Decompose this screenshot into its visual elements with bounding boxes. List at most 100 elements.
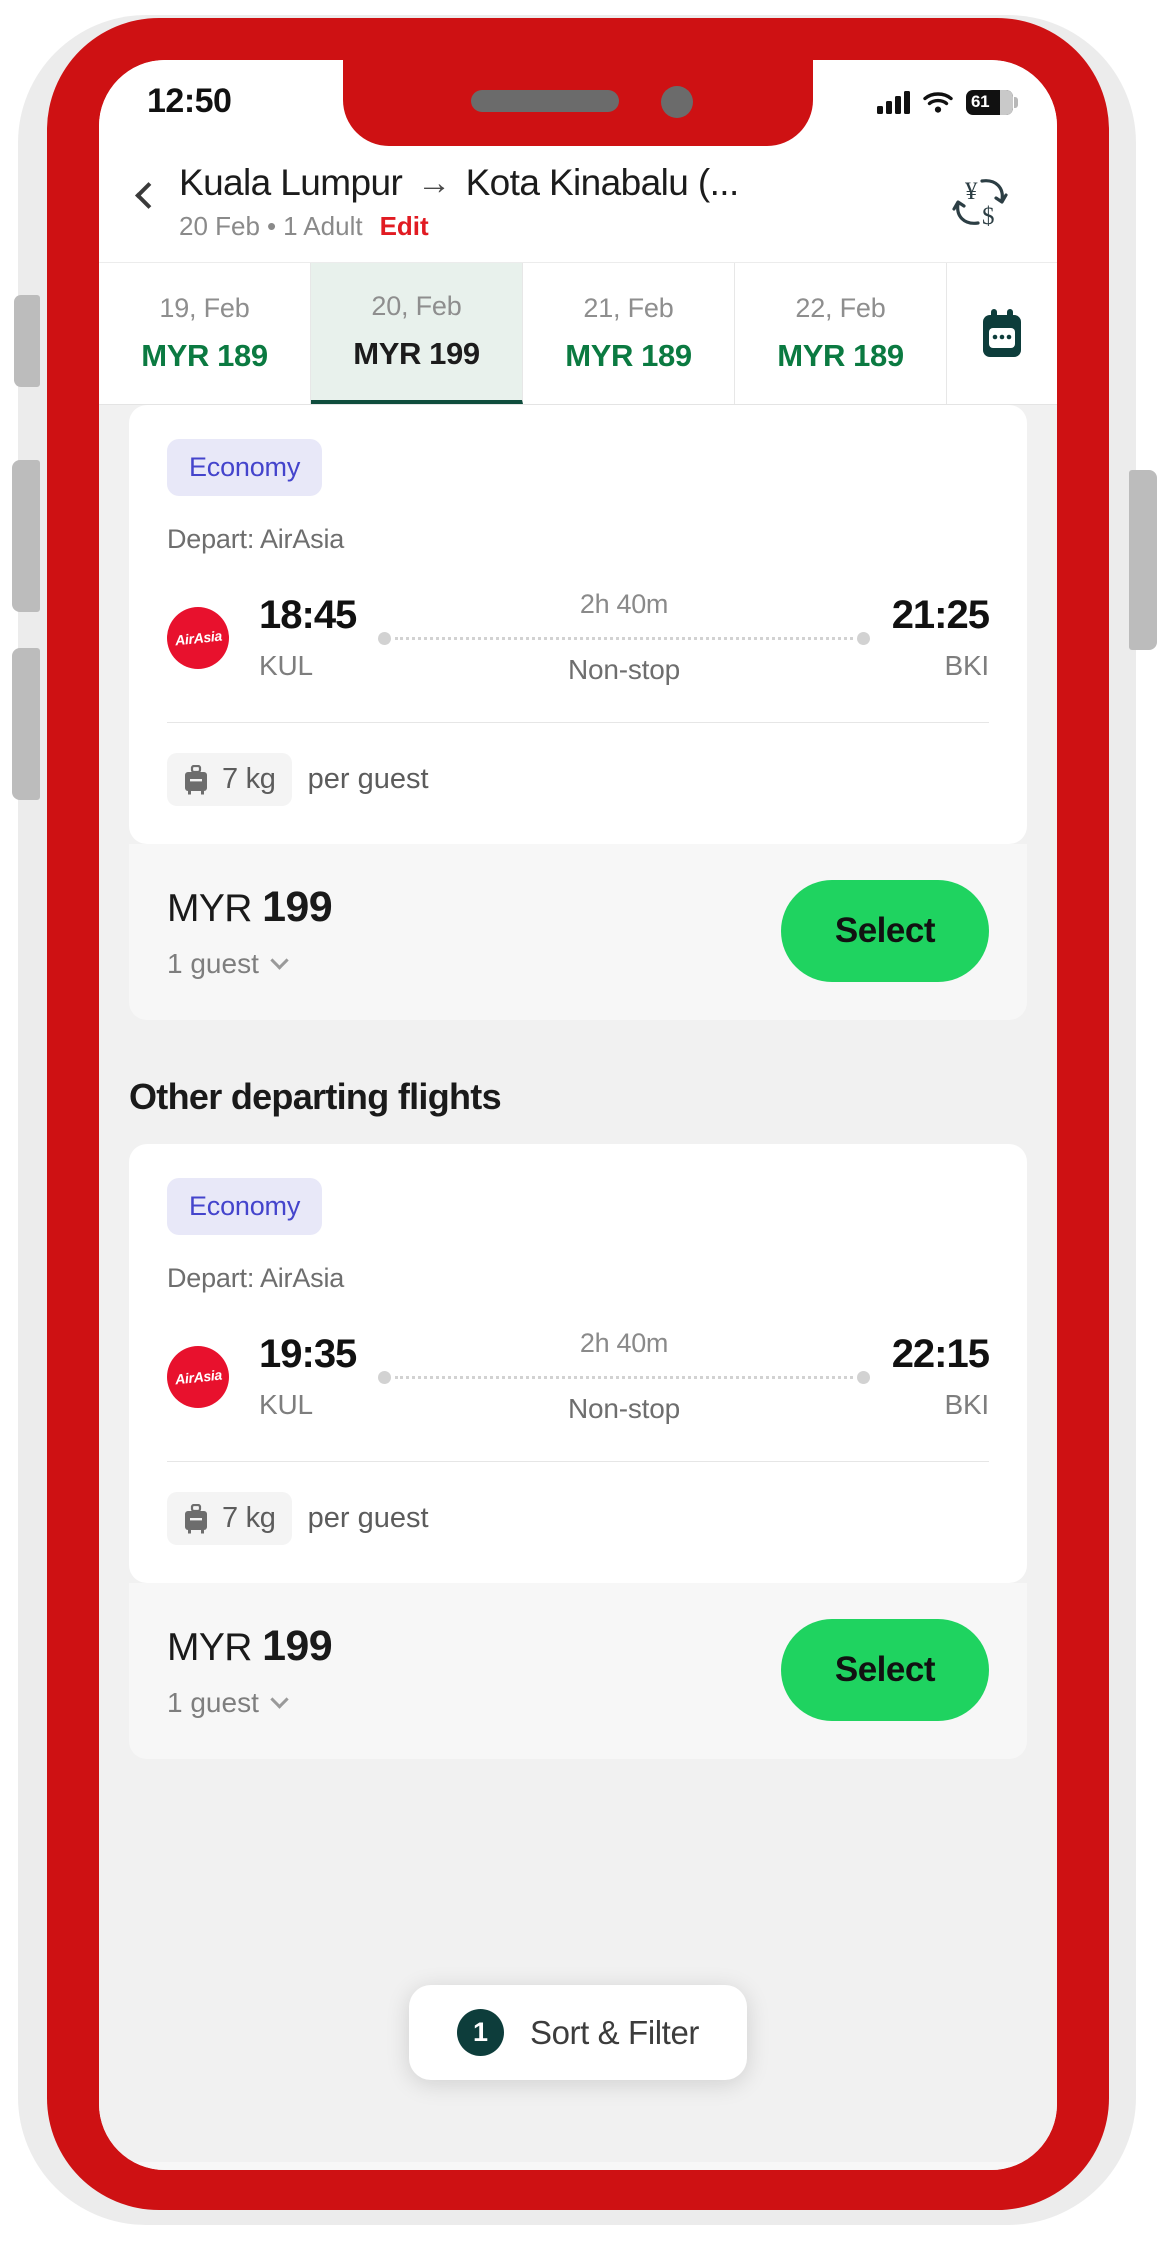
flight-card-0[interactable]: Economy Depart: AirAsia AirAsia 18:45 KU… <box>129 405 1027 844</box>
flight-price: MYR 199 <box>167 1621 333 1671</box>
svg-text:¥: ¥ <box>965 178 978 205</box>
departure-endpoint: 19:35 KUL <box>259 1332 357 1421</box>
airline-logo-icon: AirAsia <box>167 606 229 669</box>
wifi-icon <box>923 91 953 113</box>
route-origin: Kuala Lumpur <box>179 162 403 203</box>
flight-results-list[interactable]: Economy Depart: AirAsia AirAsia 18:45 KU… <box>99 405 1057 2162</box>
signal-bars-icon <box>877 90 910 114</box>
price-block: MYR 199 1 guest <box>167 882 333 980</box>
volume-up-button[interactable] <box>12 460 40 612</box>
baggage-allowance: 7 kg <box>222 1502 276 1534</box>
price-amount: 199 <box>262 1621 333 1670</box>
flight-card-header: Economy Depart: AirAsia <box>129 405 1027 555</box>
date-tab-date: 20, Feb <box>371 291 462 321</box>
price-block: MYR 199 1 guest <box>167 1621 333 1719</box>
date-tab-price: MYR 199 <box>353 336 480 371</box>
guest-count-label: 1 guest <box>167 947 259 979</box>
route-destination: Kota Kinabalu (... <box>465 162 740 203</box>
date-tab-3[interactable]: 22, Feb MYR 189 <box>735 263 947 404</box>
edit-trip-link[interactable]: Edit <box>380 211 429 242</box>
currency-switch-button[interactable]: ¥ $ <box>937 160 1023 232</box>
flight-duration: 2h 40m <box>579 1328 669 1358</box>
baggage-pill: 7 kg <box>167 753 292 806</box>
trip-date: 20 Feb <box>179 211 260 241</box>
volume-down-button[interactable] <box>12 648 40 800</box>
luggage-icon <box>185 764 207 794</box>
flight-card-1[interactable]: Economy Depart: AirAsia AirAsia 19:35 KU… <box>129 1144 1027 1583</box>
guest-count-selector[interactable]: 1 guest <box>167 1687 332 1719</box>
flight-duration-block: 2h 40m Non-stop <box>356 1328 891 1425</box>
chevron-down-icon <box>270 1690 289 1709</box>
open-calendar-button[interactable] <box>947 263 1057 404</box>
phone-notch <box>343 60 813 146</box>
sort-filter-label: Sort & Filter <box>529 2013 700 2051</box>
earpiece-speaker <box>471 90 619 112</box>
date-tab-1[interactable]: 20, Feb MYR 199 <box>311 263 523 404</box>
flight-price: MYR 199 <box>167 882 333 932</box>
select-flight-button-1[interactable]: Select <box>780 1619 989 1721</box>
flight-price-row-0: MYR 199 1 guest Select <box>129 844 1027 1020</box>
arrival-endpoint: 22:15 BKI <box>891 1332 990 1421</box>
date-tab-0[interactable]: 19, Feb MYR 189 <box>99 263 311 404</box>
back-button[interactable] <box>117 160 179 209</box>
price-currency: MYR <box>167 886 263 930</box>
status-bar-icons: 61 <box>877 89 1018 115</box>
depart-airline-label: Depart: AirAsia <box>167 524 345 554</box>
arrival-time: 21:25 <box>891 593 990 637</box>
flight-path-line <box>378 631 870 645</box>
price-amount: 199 <box>262 882 333 931</box>
guest-count-selector[interactable]: 1 guest <box>167 948 332 980</box>
luggage-icon <box>185 1503 207 1533</box>
flight-duration: 2h 40m <box>579 589 669 619</box>
departure-time: 19:35 <box>259 1332 357 1376</box>
trip-pax: 1 Adult <box>283 211 363 241</box>
date-tab-date: 22, Feb <box>795 293 886 323</box>
date-tab-price: MYR 189 <box>777 338 904 373</box>
route-arrow-icon: → <box>417 163 451 202</box>
airline-logo-text: AirAsia <box>173 1366 223 1387</box>
departure-endpoint: 18:45 KUL <box>259 593 357 682</box>
flight-stops: Non-stop <box>567 1393 680 1424</box>
date-tab-price: MYR 189 <box>141 338 268 373</box>
date-selector-bar: 19, Feb MYR 189 20, Feb MYR 199 21, Feb … <box>99 262 1057 405</box>
battery-icon: 61 <box>966 89 1018 115</box>
date-tab-date: 21, Feb <box>583 293 674 323</box>
route-title: Kuala Lumpur → Kota Kinabalu (... <box>179 162 937 204</box>
front-camera <box>661 86 693 118</box>
chevron-down-icon <box>270 951 289 970</box>
battery-level-label: 61 <box>971 92 990 111</box>
trip-separator: • <box>266 211 277 241</box>
status-bar-time: 12:50 <box>147 81 232 120</box>
airline-logo-icon: AirAsia <box>167 1345 229 1408</box>
date-tab-2[interactable]: 21, Feb MYR 189 <box>523 263 735 404</box>
sort-filter-count-badge: 1 <box>456 2009 504 2056</box>
baggage-pill: 7 kg <box>167 1492 292 1545</box>
departure-time: 18:45 <box>259 593 357 637</box>
svg-text:$: $ <box>982 203 995 230</box>
flight-path-line <box>378 1370 870 1384</box>
arrival-time: 22:15 <box>891 1332 990 1376</box>
baggage-row: 7 kg per guest <box>129 1462 1027 1583</box>
calendar-icon <box>983 308 1021 357</box>
currency-exchange-icon: ¥ $ <box>952 178 1008 230</box>
flight-card-header: Economy Depart: AirAsia <box>129 1144 1027 1294</box>
baggage-note: per guest <box>307 763 429 795</box>
price-currency: MYR <box>167 1625 263 1669</box>
flight-duration-block: 2h 40m Non-stop <box>356 589 891 686</box>
flight-times-row: AirAsia 19:35 KUL 2h 40m Non-stop 22:15 … <box>129 1294 1027 1425</box>
trip-summary: 20 Feb • 1 Adult Edit <box>179 211 937 242</box>
baggage-note: per guest <box>307 1502 429 1534</box>
flight-stops: Non-stop <box>567 654 680 685</box>
mute-switch-button[interactable] <box>14 295 40 387</box>
chevron-left-icon <box>134 182 162 209</box>
power-button[interactable] <box>1129 470 1157 650</box>
guest-count-label: 1 guest <box>167 1686 259 1718</box>
date-tab-price: MYR 189 <box>565 338 692 373</box>
arrival-airport-code: BKI <box>944 650 989 681</box>
select-flight-button-0[interactable]: Select <box>780 880 989 982</box>
flight-times-row: AirAsia 18:45 KUL 2h 40m Non-stop 21:25 … <box>129 555 1027 686</box>
arrival-endpoint: 21:25 BKI <box>891 593 990 682</box>
home-indicator-area <box>99 2162 1057 2170</box>
sort-filter-button[interactable]: 1 Sort & Filter <box>408 1985 748 2080</box>
departure-airport-code: KUL <box>259 1389 313 1420</box>
